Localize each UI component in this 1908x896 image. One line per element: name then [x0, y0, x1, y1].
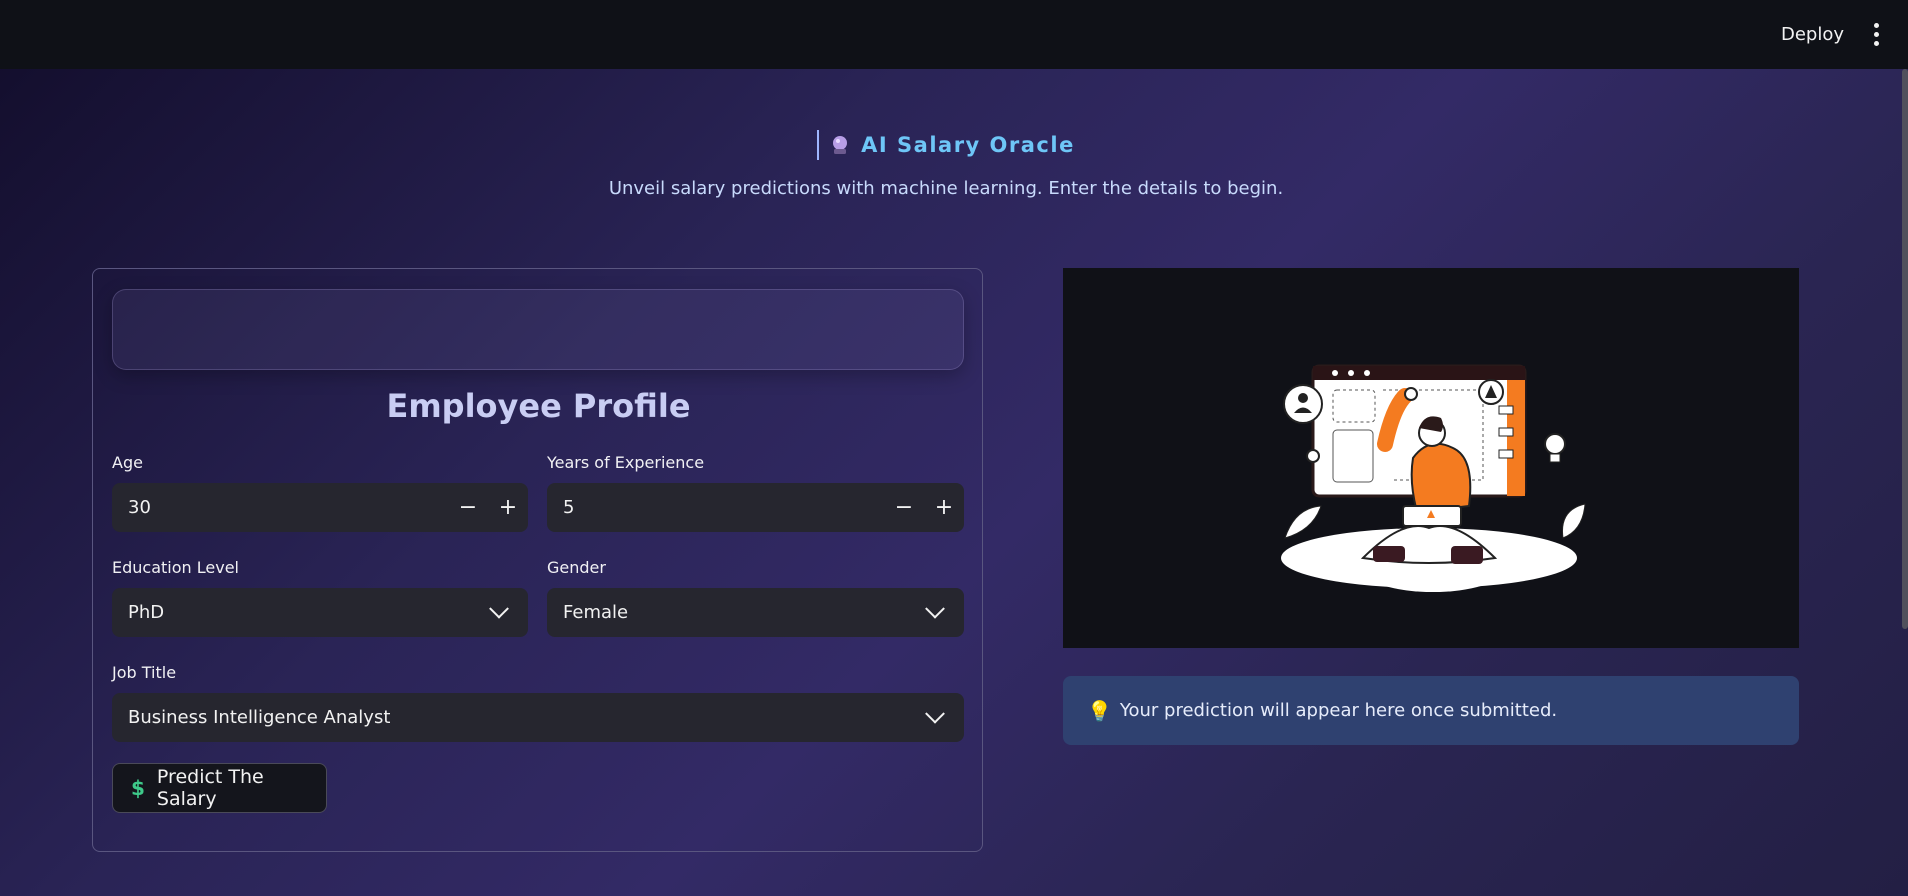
page-title: AI Salary Oracle: [861, 133, 1075, 157]
prediction-result-box: 💡 Your prediction will appear here once …: [1063, 676, 1799, 745]
education-value: PhD: [128, 602, 165, 623]
prediction-message: Your prediction will appear here once su…: [1119, 700, 1558, 721]
page-subtitle: Unveil salary predictions with machine l…: [608, 178, 1284, 199]
experience-decrement-button[interactable]: −: [884, 495, 924, 520]
age-input[interactable]: 30 − +: [112, 483, 528, 532]
vertical-ellipsis-icon[interactable]: [1874, 23, 1880, 46]
experience-value: 5: [563, 497, 575, 518]
scrollbar[interactable]: [1900, 69, 1908, 896]
job-title-label: Job Title: [112, 663, 177, 682]
experience-input[interactable]: 5 − +: [547, 483, 964, 532]
gender-label: Gender: [547, 558, 606, 577]
crystal-ball-icon: [833, 136, 848, 154]
deploy-button[interactable]: Deploy: [1781, 24, 1844, 45]
employee-form: Employee Profile Age 30 − + Years of Exp…: [92, 268, 983, 852]
gender-select[interactable]: Female: [547, 588, 964, 637]
form-banner: [112, 289, 964, 370]
scrollbar-thumb[interactable]: [1902, 69, 1908, 629]
education-select[interactable]: PhD: [112, 588, 528, 637]
form-title: Employee Profile: [386, 387, 691, 425]
job-title-value: Business Intelligence Analyst: [128, 707, 391, 728]
age-decrement-button[interactable]: −: [448, 495, 488, 520]
hero-illustration: [1063, 268, 1799, 648]
top-bar: Deploy: [0, 0, 1908, 69]
age-label: Age: [112, 453, 143, 472]
experience-label: Years of Experience: [547, 453, 705, 472]
education-label: Education Level: [112, 558, 239, 577]
person-at-board-illustration: [1281, 364, 1586, 592]
predict-button-label: Predict The Salary: [156, 766, 264, 810]
page-header: AI Salary Oracle Unveil salary predictio…: [0, 130, 1892, 199]
lightbulb-icon: 💡: [1087, 698, 1112, 723]
chevron-down-icon: [925, 598, 945, 619]
title-accent-bar: [817, 130, 820, 160]
predict-salary-button[interactable]: $ Predict The Salary: [112, 763, 327, 813]
dollar-icon: $: [131, 776, 145, 800]
age-value: 30: [128, 497, 151, 518]
experience-increment-button[interactable]: +: [924, 495, 964, 520]
age-increment-button[interactable]: +: [488, 495, 528, 520]
chevron-down-icon: [489, 598, 509, 619]
gender-value: Female: [563, 602, 629, 623]
chevron-down-icon: [925, 703, 945, 724]
job-title-select[interactable]: Business Intelligence Analyst: [112, 693, 964, 742]
